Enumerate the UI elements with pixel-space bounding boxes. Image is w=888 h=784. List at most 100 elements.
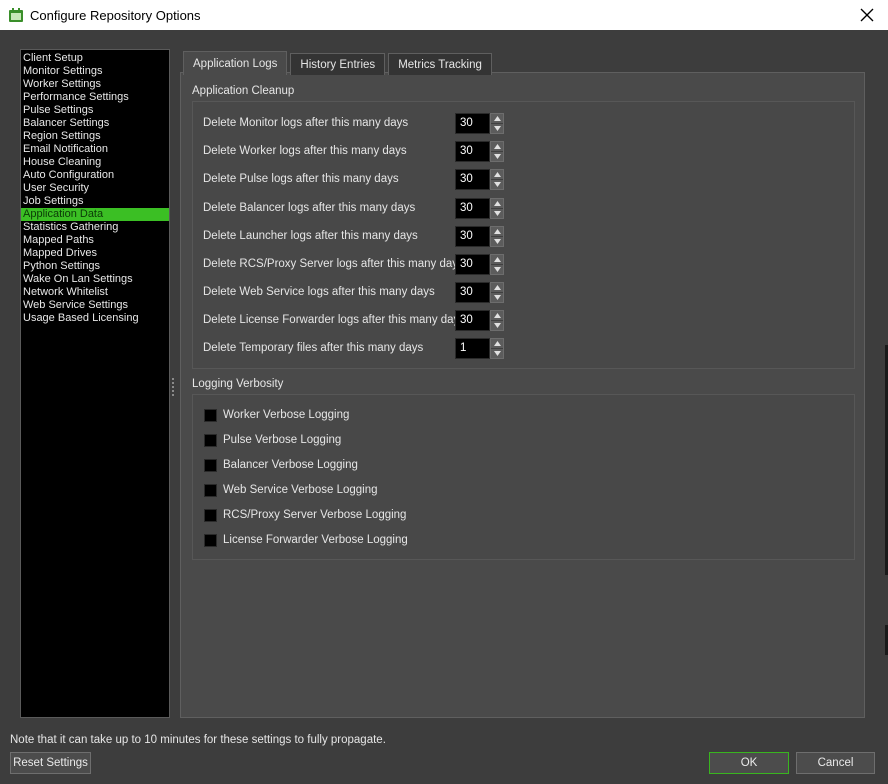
spin-down-arrow-icon[interactable] xyxy=(491,321,503,330)
logging-verbosity-group: Worker Verbose Logging Pulse Verbose Logg… xyxy=(192,394,855,560)
application-cleanup-group: Delete Monitor logs after this many days… xyxy=(192,101,855,369)
window-title: Configure Repository Options xyxy=(30,7,201,23)
sidebar-item-monitor-settings[interactable]: Monitor Settings xyxy=(21,65,169,78)
verbose-logging-checkbox[interactable] xyxy=(204,508,217,522)
cleanup-row: Delete License Forwarder logs after this… xyxy=(203,309,504,331)
days-spinbox[interactable]: 30 xyxy=(455,197,504,219)
sidebar-item-wake-on-lan-settings[interactable]: Wake On Lan Settings xyxy=(21,273,169,286)
sidebar-item-web-service-settings[interactable]: Web Service Settings xyxy=(21,299,169,312)
cleanup-row: Delete Balancer logs after this many day… xyxy=(203,197,504,219)
verbose-logging-row[interactable]: Web Service Verbose Logging xyxy=(204,482,378,498)
days-value[interactable]: 30 xyxy=(455,281,490,303)
sidebar-item-performance-settings[interactable]: Performance Settings xyxy=(21,91,169,104)
days-value[interactable]: 30 xyxy=(455,112,490,134)
verbose-logging-label: Web Service Verbose Logging xyxy=(223,484,378,496)
verbose-logging-row[interactable]: Worker Verbose Logging xyxy=(204,407,349,423)
verbose-logging-row[interactable]: Pulse Verbose Logging xyxy=(204,432,341,448)
spin-up-arrow-icon[interactable] xyxy=(491,227,503,237)
days-value[interactable]: 30 xyxy=(455,197,490,219)
reset-settings-button[interactable]: Reset Settings xyxy=(10,752,91,774)
spin-up-arrow-icon[interactable] xyxy=(491,255,503,265)
days-spinbox[interactable]: 30 xyxy=(455,112,504,134)
days-spinbox[interactable]: 30 xyxy=(455,281,504,303)
verbose-logging-row[interactable]: RCS/Proxy Server Verbose Logging xyxy=(204,507,406,523)
sidebar-item-region-settings[interactable]: Region Settings xyxy=(21,130,169,143)
cleanup-row: Delete Temporary files after this many d… xyxy=(203,337,504,359)
cleanup-row: Delete Pulse logs after this many days 30 xyxy=(203,168,504,190)
days-value[interactable]: 30 xyxy=(455,309,490,331)
tab-metrics-tracking[interactable]: Metrics Tracking xyxy=(388,53,492,75)
sidebar-item-usage-based-licensing[interactable]: Usage Based Licensing xyxy=(21,312,169,325)
spin-down-arrow-icon[interactable] xyxy=(491,237,503,246)
tab-application-logs[interactable]: Application Logs xyxy=(183,51,288,75)
sidebar-item-user-security[interactable]: User Security xyxy=(21,182,169,195)
spin-buttons xyxy=(490,281,504,303)
cleanup-row-label: Delete RCS/Proxy Server logs after this … xyxy=(203,258,464,270)
days-value[interactable]: 30 xyxy=(455,140,490,162)
sidebar-item-mapped-paths[interactable]: Mapped Paths xyxy=(21,234,169,247)
verbose-logging-checkbox[interactable] xyxy=(204,433,217,447)
sidebar-item-job-settings[interactable]: Job Settings xyxy=(21,195,169,208)
cleanup-row: Delete Web Service logs after this many … xyxy=(203,281,504,303)
sidebar-item-email-notification[interactable]: Email Notification xyxy=(21,143,169,156)
spin-up-arrow-icon[interactable] xyxy=(491,283,503,293)
days-value[interactable]: 30 xyxy=(455,168,490,190)
propagation-note: Note that it can take up to 10 minutes f… xyxy=(10,734,386,746)
splitter-handle[interactable] xyxy=(172,378,175,396)
days-spinbox[interactable]: 30 xyxy=(455,253,504,275)
sidebar-item-python-settings[interactable]: Python Settings xyxy=(21,260,169,273)
spin-down-arrow-icon[interactable] xyxy=(491,349,503,358)
cleanup-row-label: Delete Temporary files after this many d… xyxy=(203,342,424,354)
sidebar-item-network-whitelist[interactable]: Network Whitelist xyxy=(21,286,169,299)
verbose-logging-checkbox[interactable] xyxy=(204,533,217,547)
sidebar-item-auto-configuration[interactable]: Auto Configuration xyxy=(21,169,169,182)
settings-category-list[interactable]: Client Setup Monitor Settings Worker Setti… xyxy=(20,49,170,718)
sidebar-item-client-setup[interactable]: Client Setup xyxy=(21,52,169,65)
spin-up-arrow-icon[interactable] xyxy=(491,199,503,209)
spin-down-arrow-icon[interactable] xyxy=(491,293,503,302)
days-spinbox[interactable]: 30 xyxy=(455,309,504,331)
verbose-logging-row[interactable]: License Forwarder Verbose Logging xyxy=(204,532,408,548)
days-spinbox[interactable]: 30 xyxy=(455,225,504,247)
sidebar-item-house-cleaning[interactable]: House Cleaning xyxy=(21,156,169,169)
spin-down-arrow-icon[interactable] xyxy=(491,152,503,161)
spin-up-arrow-icon[interactable] xyxy=(491,142,503,152)
spin-up-arrow-icon[interactable] xyxy=(491,339,503,349)
days-value[interactable]: 30 xyxy=(455,225,490,247)
spin-down-arrow-icon[interactable] xyxy=(491,124,503,133)
sidebar-item-balancer-settings[interactable]: Balancer Settings xyxy=(21,117,169,130)
cleanup-row: Delete Worker logs after this many days 3… xyxy=(203,140,504,162)
spin-buttons xyxy=(490,112,504,134)
verbose-logging-checkbox[interactable] xyxy=(204,458,217,472)
spin-up-arrow-icon[interactable] xyxy=(491,114,503,124)
sidebar-item-application-data[interactable]: Application Data xyxy=(21,208,169,221)
tab-history-entries[interactable]: History Entries xyxy=(290,53,386,75)
sidebar-item-statistics-gathering[interactable]: Statistics Gathering xyxy=(21,221,169,234)
cancel-button[interactable]: Cancel xyxy=(796,752,875,774)
days-spinbox[interactable]: 1 xyxy=(455,337,504,359)
sidebar-item-pulse-settings[interactable]: Pulse Settings xyxy=(21,104,169,117)
spin-buttons xyxy=(490,253,504,275)
close-icon[interactable] xyxy=(852,0,882,30)
sidebar-item-worker-settings[interactable]: Worker Settings xyxy=(21,78,169,91)
spin-down-arrow-icon[interactable] xyxy=(491,209,503,218)
spin-up-arrow-icon[interactable] xyxy=(491,170,503,180)
sidebar-item-mapped-drives[interactable]: Mapped Drives xyxy=(21,247,169,260)
days-spinbox[interactable]: 30 xyxy=(455,140,504,162)
cleanup-row-label: Delete Web Service logs after this many … xyxy=(203,286,435,298)
days-spinbox[interactable]: 30 xyxy=(455,168,504,190)
verbose-logging-checkbox[interactable] xyxy=(204,408,217,422)
verbose-logging-row[interactable]: Balancer Verbose Logging xyxy=(204,457,358,473)
spin-up-arrow-icon[interactable] xyxy=(491,311,503,321)
verbose-logging-label: License Forwarder Verbose Logging xyxy=(223,534,408,546)
days-value[interactable]: 30 xyxy=(455,253,490,275)
spin-buttons xyxy=(490,197,504,219)
spin-down-arrow-icon[interactable] xyxy=(491,265,503,274)
cleanup-row-label: Delete Pulse logs after this many days xyxy=(203,173,399,185)
title-bar: Configure Repository Options xyxy=(0,0,888,30)
days-value[interactable]: 1 xyxy=(455,337,490,359)
spin-buttons xyxy=(490,168,504,190)
ok-button[interactable]: OK xyxy=(709,752,789,774)
spin-down-arrow-icon[interactable] xyxy=(491,180,503,189)
verbose-logging-checkbox[interactable] xyxy=(204,483,217,497)
